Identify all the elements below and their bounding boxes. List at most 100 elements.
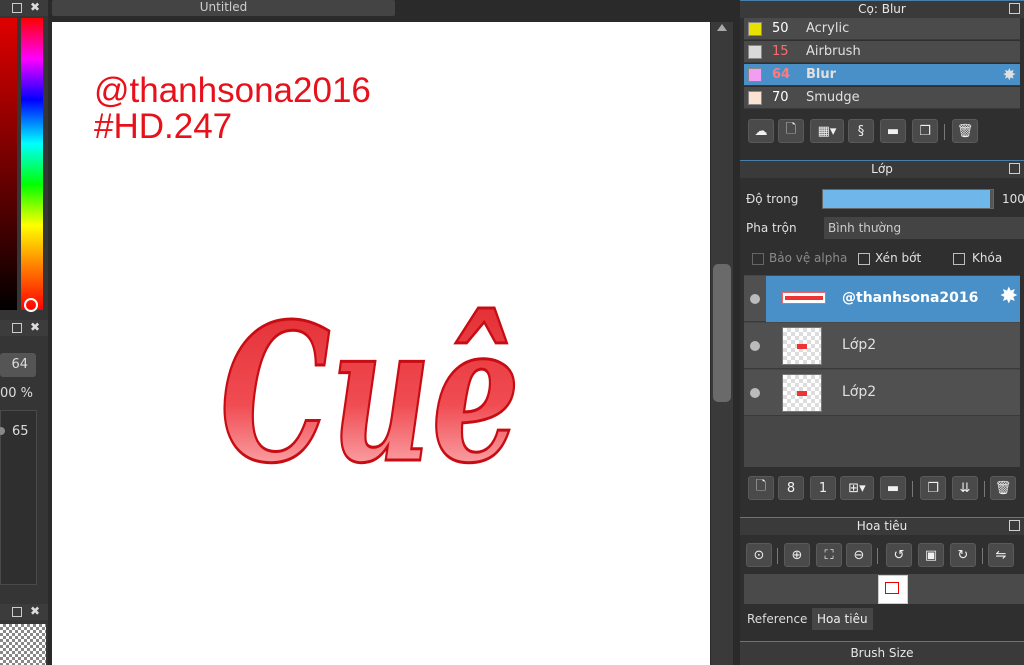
duplicate-layer-icon[interactable]: ❐ — [920, 476, 946, 500]
folder-icon[interactable]: ▬ — [880, 476, 906, 500]
new-brush-icon[interactable]: 🗋 — [778, 119, 804, 143]
navigator-thumbnail[interactable] — [878, 575, 908, 604]
zoom-in-icon[interactable]: ⊕ — [784, 543, 810, 567]
brush-size-field[interactable]: 64 — [0, 353, 36, 377]
close-icon[interactable]: ✖ — [30, 320, 40, 334]
popout-icon[interactable] — [1009, 3, 1020, 14]
popout-icon[interactable] — [12, 607, 22, 617]
layer-row[interactable]: Lớp2 — [744, 323, 1020, 369]
zoom-out-icon[interactable]: ⊖ — [846, 543, 872, 567]
brush-size: 70 — [772, 90, 789, 105]
layer-thumbnail — [782, 327, 822, 365]
blend-mode-select[interactable]: Bình thường — [824, 217, 1024, 239]
duplicate-icon[interactable]: ❐ — [912, 119, 938, 143]
brush-size: 15 — [772, 44, 789, 59]
watermark-handle: @thanhsona2016 — [94, 71, 371, 110]
visibility-eye-icon[interactable] — [750, 388, 760, 398]
gear-icon[interactable]: ✸ — [1003, 64, 1016, 86]
slider-dot[interactable] — [0, 427, 5, 435]
navigator-toolbar: ⊙ ⊕ ⛶ ⊖ ↺ ▣ ↻ ⇋ — [740, 540, 1024, 572]
opacity-value: 100 — [1002, 192, 1024, 206]
clipping-checkbox[interactable] — [858, 253, 870, 265]
opacity-slider[interactable] — [822, 189, 994, 209]
view-rect — [885, 582, 899, 594]
trash-icon[interactable]: 🗑 — [990, 476, 1016, 500]
navigator-tab[interactable]: Hoa tiêu — [812, 608, 873, 630]
new-layer-8bit-icon[interactable]: 8 — [778, 476, 804, 500]
document-tab[interactable]: Untitled — [52, 0, 395, 16]
brush-size: 64 — [772, 67, 791, 82]
close-icon[interactable]: ✖ — [30, 0, 40, 14]
navigator-preview — [744, 574, 1024, 604]
add-layer-dropdown-icon[interactable]: ⊞▾ — [840, 476, 874, 500]
opacity-slider-fill — [823, 190, 990, 208]
brush-item[interactable]: 70 Smudge — [744, 87, 1020, 109]
drawing-canvas[interactable]: @thanhsona2016 #HD.247 Cuê — [52, 22, 710, 665]
protect-alpha-label: Bảo vệ alpha — [769, 251, 848, 265]
navigator-panel-title: Hoa tiêu — [856, 519, 908, 533]
lock-checkbox[interactable] — [953, 253, 965, 265]
layer-panel-title: Lớp — [871, 162, 893, 176]
new-layer-icon[interactable]: 🗋 — [748, 476, 774, 500]
canvas-area: Untitled @thanhsona2016 #HD.247 Cuê — [48, 0, 740, 665]
right-dock: Cọ: Blur 50 Acrylic 15 Airbrush 64 Blur ✸ 70 Smu… — [740, 0, 1024, 665]
gear-icon[interactable]: ✸ — [1000, 284, 1018, 309]
transparency-preview — [0, 624, 46, 665]
brush-color-swatch — [748, 68, 762, 82]
artwork: Cuê — [219, 281, 522, 483]
brush-panel-header: Cọ: Blur — [740, 0, 1024, 18]
visibility-eye-icon[interactable] — [750, 341, 760, 351]
actual-size-icon[interactable]: ▣ — [918, 543, 944, 567]
opacity-readout: 00 % — [0, 386, 34, 401]
flip-icon[interactable]: ⇋ — [988, 543, 1014, 567]
color-shade-bar[interactable] — [0, 18, 17, 310]
brush-item[interactable]: 50 Acrylic — [744, 18, 1020, 40]
new-layer-1bit-icon[interactable]: 1 — [810, 476, 836, 500]
popout-icon[interactable] — [12, 323, 22, 333]
vertical-scrollbar[interactable] — [711, 22, 733, 665]
brush-settings-icon[interactable]: § — [848, 119, 874, 143]
slider-value: 65 — [12, 424, 29, 439]
fit-screen-icon[interactable]: ⛶ — [816, 543, 842, 567]
visibility-eye-icon[interactable] — [750, 294, 760, 304]
brush-name: Acrylic — [806, 21, 850, 36]
layer-thumbnail — [782, 292, 826, 304]
brush-item[interactable]: 15 Airbrush — [744, 41, 1020, 63]
hue-slider[interactable] — [21, 18, 43, 312]
popout-icon[interactable] — [12, 3, 22, 13]
lock-label: Khóa — [972, 251, 1003, 265]
close-icon[interactable]: ✖ — [30, 604, 40, 618]
left-panel2-header: ✖ — [0, 320, 48, 336]
brush-color-swatch — [748, 91, 762, 105]
brush-panel-title: Cọ: Blur — [858, 2, 906, 16]
protect-alpha-checkbox[interactable] — [752, 253, 764, 265]
brush-name: Airbrush — [806, 44, 861, 59]
cloud-download-icon[interactable]: ☁ — [748, 119, 774, 143]
popout-icon[interactable] — [1009, 163, 1020, 174]
brush-type-dropdown-icon[interactable]: ▦▾ — [810, 119, 844, 143]
left-panel3-header: ✖ — [0, 604, 48, 620]
navigator-panel-header: Hoa tiêu — [740, 517, 1024, 535]
layer-toolbar: 🗋 8 1 ⊞▾ ▬ ❐ ⇊ 🗑 — [740, 472, 1024, 506]
folder-icon[interactable]: ▬ — [880, 119, 906, 143]
rotate-left-icon[interactable]: ↺ — [886, 543, 912, 567]
popout-icon[interactable] — [1009, 520, 1020, 531]
brush-item[interactable]: 64 Blur ✸ — [744, 64, 1020, 86]
zoom-reset-icon[interactable]: ⊙ — [746, 543, 772, 567]
navigator-tab[interactable]: Reference — [742, 608, 813, 630]
left-panel-header: ✖ — [0, 0, 48, 16]
scroll-up-arrow[interactable] — [717, 24, 727, 31]
rotate-right-icon[interactable]: ↻ — [950, 543, 976, 567]
layer-row[interactable]: @thanhsona2016 ✸ — [744, 276, 1020, 322]
brush-preview-box: 65 — [0, 410, 37, 585]
hue-handle[interactable] — [24, 298, 38, 312]
clipping-label: Xén bớt — [875, 251, 922, 265]
scroll-thumb[interactable] — [713, 264, 731, 402]
merge-layer-icon[interactable]: ⇊ — [952, 476, 978, 500]
brush-toolbar: ☁ 🗋 ▦▾ § ▬ ❐ 🗑 — [740, 114, 1024, 148]
brush-name: Blur — [806, 67, 837, 82]
artwork-text: Cuê — [220, 282, 520, 482]
trash-icon[interactable]: 🗑 — [952, 119, 978, 143]
layer-row[interactable]: Lớp2 — [744, 370, 1020, 416]
brush-size-panel-title: Brush Size — [850, 646, 914, 660]
